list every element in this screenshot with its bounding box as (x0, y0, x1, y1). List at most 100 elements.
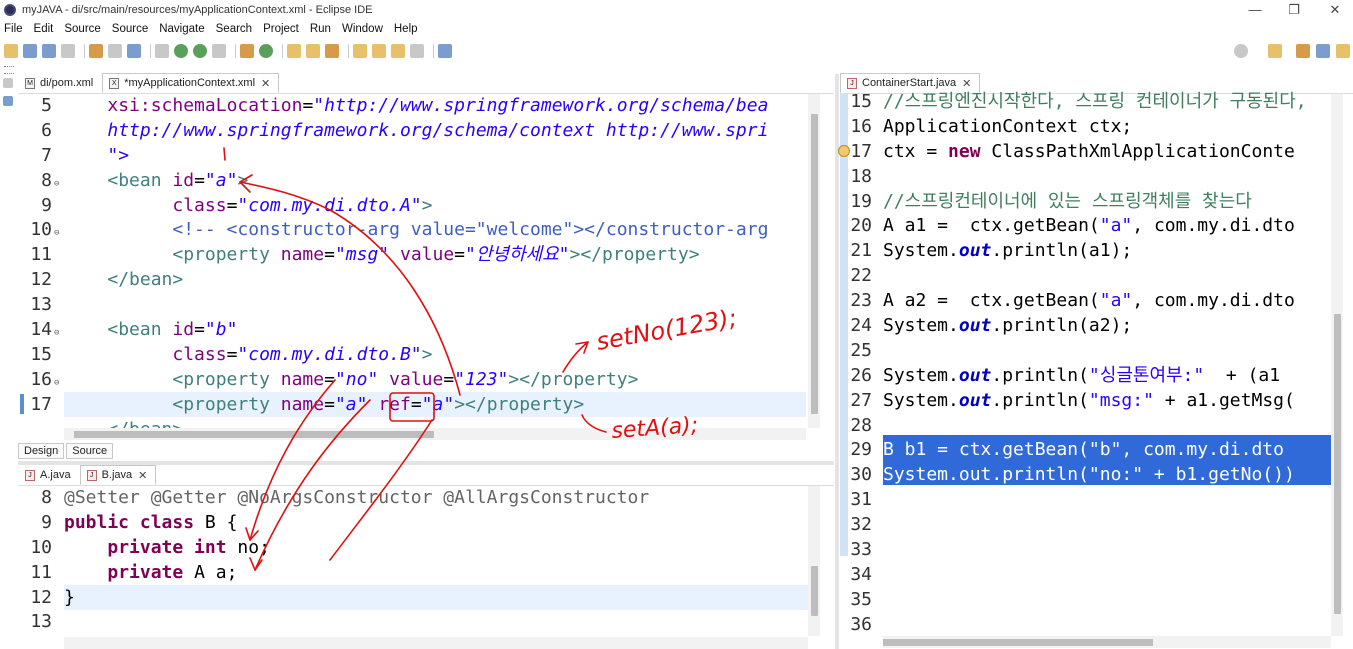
code-line[interactable]: 23 A a2 = ctx.getBean("a", com.my.di.dto (838, 289, 1331, 314)
code-line[interactable]: 5 xsi:schemaLocation="http://www.springf… (18, 94, 808, 119)
pen-icon[interactable] (325, 44, 339, 58)
scroll-thumb[interactable] (883, 639, 1153, 646)
forward-icon[interactable] (410, 44, 424, 58)
close-tab-icon[interactable]: ✕ (138, 469, 147, 482)
code-line[interactable]: 32 (838, 513, 1331, 538)
code-line[interactable]: 21 System.out.println(a1); (838, 239, 1331, 264)
open-type-icon[interactable] (108, 44, 122, 58)
back-icon[interactable] (391, 44, 405, 58)
tab-pom-xml[interactable]: M di/pom.xml (18, 73, 102, 93)
menu-run[interactable]: Run (310, 23, 331, 35)
java-perspective-icon[interactable] (1316, 44, 1330, 58)
code-line[interactable]: 14 ⊖ <bean id="b" (18, 318, 808, 343)
design-tab[interactable]: Design (18, 443, 65, 459)
code-line[interactable]: 26 System.out.println("싱글톤여부:" + (a1 (838, 364, 1331, 389)
search-toolbar-icon[interactable] (127, 44, 141, 58)
main-vertical-scrollbar[interactable] (1331, 94, 1343, 636)
code-line[interactable]: 25 (838, 339, 1331, 364)
xml-code-area[interactable]: 5 xsi:schemaLocation="http://www.springf… (18, 94, 808, 428)
open-resource-icon[interactable] (306, 44, 320, 58)
menu-project[interactable]: Project (263, 23, 299, 35)
search-icon[interactable] (1234, 44, 1248, 58)
menu-file[interactable]: File (4, 23, 23, 35)
package-explorer-icon[interactable] (3, 96, 13, 106)
open-perspective-icon[interactable] (1268, 44, 1282, 58)
save-icon[interactable] (23, 44, 37, 58)
coverage-icon[interactable] (193, 44, 207, 58)
code-line[interactable]: 11 private A a; (22, 561, 808, 586)
code-line[interactable]: 18 (838, 165, 1331, 190)
close-tab-icon[interactable]: ✕ (962, 77, 971, 90)
run-icon[interactable] (174, 44, 188, 58)
code-line[interactable]: 36 (838, 613, 1331, 636)
warning-marker-icon[interactable] (838, 145, 850, 157)
code-line[interactable]: 12} (22, 586, 808, 611)
debug-perspective-icon[interactable] (1336, 44, 1350, 58)
tab-b-java[interactable]: J B.java ✕ (79, 465, 157, 485)
menu-window[interactable]: Window (342, 23, 383, 35)
menu-source[interactable]: Source (64, 23, 100, 35)
code-line[interactable]: 15 class="com.my.di.dto.B"> (18, 343, 808, 368)
code-line[interactable]: 11 <property name="msg" value="안녕하세요"></… (18, 243, 808, 268)
build-icon[interactable] (89, 44, 103, 58)
restore-button[interactable]: ❐ (1276, 0, 1312, 20)
code-line[interactable]: 19 //스프링컨테이너에 있는 스프링객체를 찾는다 (838, 190, 1331, 215)
code-line[interactable]: 30 System.out.println("no:" + b1.getNo()) (838, 463, 1331, 488)
code-line[interactable]: 13 (22, 610, 808, 635)
code-line[interactable]: 9 class="com.my.di.dto.A"> (18, 194, 808, 219)
debug-icon[interactable] (155, 44, 169, 58)
new-package-icon[interactable] (240, 44, 254, 58)
java-code-area[interactable]: 8 @Setter @Getter @NoArgsConstructor @All… (22, 486, 808, 636)
code-line[interactable]: 22 (838, 264, 1331, 289)
tab-myapplicationcontext-xml[interactable]: X *myApplicationContext.xml ✕ (102, 73, 280, 93)
scroll-thumb[interactable] (1334, 314, 1341, 614)
code-line[interactable]: 6 http://www.springframework.org/schema/… (18, 119, 808, 144)
java-ee-perspective-icon[interactable] (1296, 44, 1310, 58)
code-line[interactable]: </bean> (18, 418, 808, 428)
menu-edit[interactable]: Edit (34, 23, 54, 35)
source-tab[interactable]: Source (66, 443, 114, 459)
code-line[interactable]: 7 "> (18, 144, 808, 169)
external-tools-icon[interactable] (212, 44, 226, 58)
code-line[interactable]: 16 ⊖ <property name="no" value="123"></pr… (18, 368, 808, 393)
code-line[interactable]: 24 System.out.println(a2); (838, 314, 1331, 339)
menu-source-2[interactable]: Source (112, 23, 148, 35)
main-code-area[interactable]: 15 //스프링엔진시작한다, 스프링 컨테이너가 구동된다, 16 Applicat… (838, 90, 1331, 636)
main-horizontal-scrollbar[interactable] (883, 636, 1331, 648)
code-line[interactable]: 10 private int no; (22, 536, 808, 561)
minimize-button[interactable]: — (1237, 0, 1273, 20)
code-line[interactable]: 8 ⊖ <bean id="a"> (18, 169, 808, 194)
code-line[interactable]: 17 <property name="a" ref="a"></property… (18, 393, 808, 418)
tab-a-java[interactable]: J A.java (18, 465, 80, 485)
scroll-thumb[interactable] (74, 431, 434, 438)
close-window-button[interactable]: ✕ (1317, 0, 1353, 20)
code-line[interactable]: 29 B b1 = ctx.getBean("b", com.my.di.dto (838, 438, 1331, 463)
code-line[interactable]: 9 public class B { (22, 511, 808, 536)
scroll-thumb[interactable] (811, 114, 818, 414)
code-line[interactable]: 8 @Setter @Getter @NoArgsConstructor @All… (22, 486, 808, 511)
code-line[interactable]: 28 (838, 414, 1331, 439)
open-folder-icon[interactable] (287, 44, 301, 58)
code-line[interactable]: 16 ApplicationContext ctx; (838, 115, 1331, 140)
xml-vertical-scrollbar[interactable] (808, 94, 820, 428)
menu-help[interactable]: Help (394, 23, 418, 35)
java-vertical-scrollbar[interactable] (808, 486, 820, 636)
code-line[interactable]: 34 (838, 563, 1331, 588)
code-line[interactable]: 35 (838, 588, 1331, 613)
scroll-thumb[interactable] (811, 566, 818, 616)
code-line[interactable]: 12 </bean> (18, 268, 808, 293)
code-line[interactable]: 33 (838, 538, 1331, 563)
save-all-icon[interactable] (42, 44, 56, 58)
new-file-icon[interactable] (4, 44, 18, 58)
code-line[interactable]: 10 ⊖ <!-- <constructor-arg value="welcome… (18, 218, 808, 243)
menu-navigate[interactable]: Navigate (159, 23, 204, 35)
menu-search[interactable]: Search (216, 23, 252, 35)
code-line[interactable]: 17 ctx = new ClassPathXmlApplicationConte (838, 140, 1331, 165)
prev-annotation-icon[interactable] (353, 44, 367, 58)
code-line[interactable]: 15 //스프링엔진시작한다, 스프링 컨테이너가 구동된다, (838, 90, 1331, 115)
code-line[interactable]: 13 (18, 293, 808, 318)
new-class-icon[interactable] (259, 44, 273, 58)
restore-view-icon[interactable] (3, 78, 13, 88)
close-tab-icon[interactable]: ✕ (261, 77, 270, 90)
next-annotation-icon[interactable] (372, 44, 386, 58)
